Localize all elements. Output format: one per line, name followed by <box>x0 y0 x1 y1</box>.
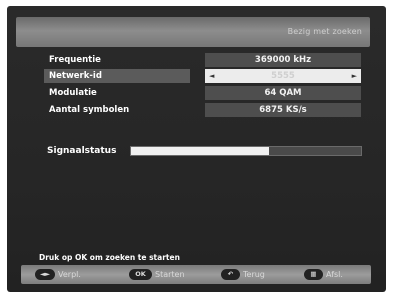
setting-row-frequency[interactable]: Frequentie 369000 kHz <box>44 53 361 67</box>
setting-row-symbol-rate[interactable]: Aantal symbolen 6875 KS/s <box>44 103 361 117</box>
arrow-left-icon[interactable]: ◄ <box>209 69 214 83</box>
signal-status-label: Signaalstatus <box>47 146 117 156</box>
frequency-value: 369000 kHz <box>205 53 361 67</box>
header-bar: Bezig met zoeken <box>16 17 370 47</box>
modulation-label: Modulatie <box>49 88 97 98</box>
footer-label-move: Verpl. <box>58 270 81 279</box>
signal-status-fill <box>131 147 269 155</box>
back-key-icon: ↶ <box>221 269 240 280</box>
symbol-rate-label: Aantal symbolen <box>49 105 130 115</box>
search-status: Bezig met zoeken <box>287 27 362 36</box>
footer-label-start: Starten <box>155 270 185 279</box>
arrow-right-icon[interactable]: ► <box>352 69 357 83</box>
network-id-value: 5555 <box>271 71 295 81</box>
footer-label-back: Terug <box>243 270 265 279</box>
symbol-rate-value: 6875 KS/s <box>205 103 361 117</box>
ok-key-icon: OK <box>129 269 152 280</box>
modulation-value: 64 QAM <box>205 86 361 100</box>
network-id-label: Netwerk-id <box>44 69 190 83</box>
exit-key-icon: ▦ <box>304 269 323 280</box>
footer-label-exit: Afsl. <box>326 270 343 279</box>
frequency-label: Frequentie <box>49 55 101 65</box>
setting-row-network-id[interactable]: Netwerk-id ◄ 5555 ► <box>44 69 361 83</box>
footer-bar: ◄► Verpl. OK Starten ↶ Terug ▦ Afsl. <box>21 265 371 284</box>
navigate-key-icon: ◄► <box>35 269 55 280</box>
instruction-text: Druk op OK om zoeken te starten <box>39 253 180 262</box>
tv-screen: Bezig met zoeken Frequentie 369000 kHz N… <box>7 6 386 292</box>
signal-status-bar <box>130 146 362 156</box>
network-id-field[interactable]: ◄ 5555 ► <box>205 69 361 83</box>
setting-row-modulation[interactable]: Modulatie 64 QAM <box>44 86 361 100</box>
